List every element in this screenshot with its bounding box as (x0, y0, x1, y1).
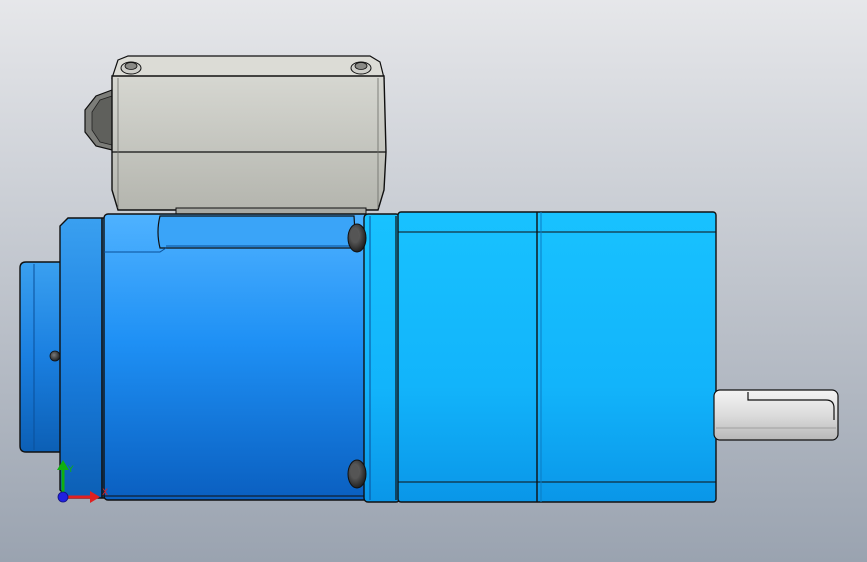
lid-screw-left (120, 61, 142, 75)
rear-flange (59, 217, 107, 499)
rear-screw (49, 350, 61, 362)
gearhead[interactable] (397, 211, 717, 503)
adapter-bolt-bottom (347, 459, 367, 489)
motor-model-view[interactable]: Y X (0, 0, 867, 562)
adapter-bolt-top (347, 223, 367, 253)
x-axis-label: X (102, 488, 108, 498)
terminal-box-body (111, 75, 387, 211)
terminal-box-lid (111, 55, 385, 79)
output-shaft[interactable] (713, 389, 839, 441)
cad-viewport[interactable]: Y X (0, 0, 867, 562)
lid-screw-right (350, 61, 372, 75)
motor-housing (103, 213, 371, 501)
motor-body[interactable] (103, 213, 371, 501)
terminal-box[interactable] (84, 55, 387, 216)
gearhead-housing (397, 211, 717, 503)
z-axis-marker (57, 491, 69, 503)
motor-top-rail (157, 215, 357, 249)
y-axis-label: Y (67, 465, 74, 475)
